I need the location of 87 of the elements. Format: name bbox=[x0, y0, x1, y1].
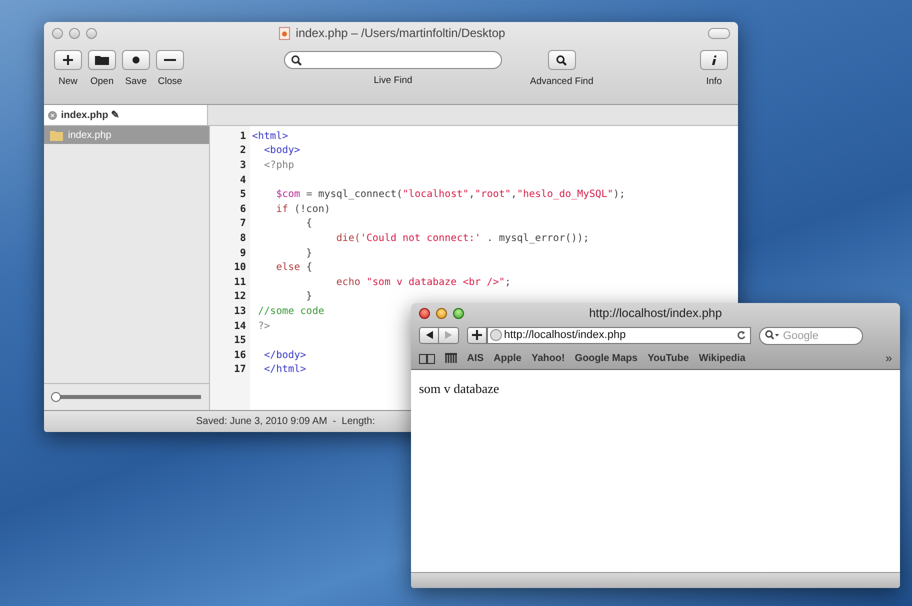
slider[interactable] bbox=[52, 392, 201, 402]
code-line: </html> bbox=[263, 364, 306, 376]
toolbar-button[interactable] bbox=[548, 50, 576, 70]
document-icon bbox=[278, 26, 290, 40]
close-icon[interactable] bbox=[48, 110, 57, 120]
document-tab[interactable]: index.php ✎ bbox=[44, 105, 208, 125]
plus-icon bbox=[62, 54, 74, 66]
code-line: { bbox=[305, 218, 312, 230]
reload-icon[interactable] bbox=[737, 330, 746, 340]
forward-button[interactable] bbox=[439, 326, 459, 344]
window-control-button[interactable] bbox=[436, 308, 447, 318]
code-line: <body> bbox=[263, 145, 300, 156]
page-text: som v databaze bbox=[419, 381, 500, 396]
status-text: Saved: June 3, 2010 9:09 AM - Length: bbox=[196, 416, 376, 427]
window-control-button[interactable] bbox=[453, 308, 464, 318]
bookmark-link[interactable]: Google Maps bbox=[574, 352, 638, 364]
toolbar-button[interactable] bbox=[156, 50, 184, 70]
line-number: 17 bbox=[232, 364, 247, 376]
code-line: echo "som v databaze <br />"; bbox=[335, 276, 511, 288]
toolbar-label: Close bbox=[158, 76, 182, 87]
address-field[interactable]: http://localhost/index.php bbox=[487, 326, 751, 344]
slider-thumb[interactable] bbox=[51, 392, 62, 402]
toolbar-label: New bbox=[58, 76, 78, 87]
toolbar-label: Info bbox=[706, 76, 722, 87]
window-title: http://localhost/index.php bbox=[588, 306, 723, 320]
book-icon[interactable] bbox=[419, 352, 435, 364]
bookmark-link[interactable]: AIS bbox=[467, 352, 484, 364]
window-title: index.php – /Users/martinfoltin/Desktop bbox=[296, 26, 506, 40]
dot-icon bbox=[132, 56, 140, 64]
toolbar-label: Open bbox=[90, 76, 114, 87]
bookmark-link[interactable]: YouTube bbox=[648, 352, 689, 364]
code-line: <html> bbox=[252, 130, 288, 142]
sidebar-item[interactable]: index.php bbox=[44, 126, 209, 144]
globe-icon bbox=[490, 329, 502, 341]
toolbar-label: Live Find bbox=[374, 75, 412, 86]
code-line: } bbox=[305, 291, 312, 302]
code-line: </body> bbox=[263, 350, 306, 361]
grid-icon[interactable] bbox=[445, 352, 457, 364]
toolbar-toggle-button[interactable] bbox=[708, 28, 730, 38]
code-line: die('Could not connect:' . mysql_error()); bbox=[335, 232, 590, 244]
line-number: 2 bbox=[238, 145, 247, 156]
minus-icon bbox=[164, 58, 176, 62]
toolbar-button[interactable] bbox=[700, 50, 728, 70]
bookmark-link[interactable]: Apple bbox=[494, 352, 522, 364]
line-number: 12 bbox=[232, 291, 247, 302]
more-bookmarks-button[interactable]: » bbox=[885, 351, 892, 365]
line-number: 9 bbox=[238, 248, 247, 259]
code-line: if (!con) bbox=[275, 204, 330, 215]
code-line: ?> bbox=[257, 320, 270, 332]
toolbar-button[interactable] bbox=[54, 50, 82, 70]
back-arrow-icon bbox=[426, 331, 432, 339]
line-number: 15 bbox=[232, 335, 247, 346]
line-number: 8 bbox=[238, 232, 247, 244]
folder-icon bbox=[50, 130, 63, 140]
line-number: 16 bbox=[232, 350, 247, 361]
add-bookmark-button[interactable] bbox=[467, 326, 487, 344]
line-number: 7 bbox=[238, 218, 247, 230]
line-number: 11 bbox=[232, 276, 247, 288]
code-line: } bbox=[305, 248, 312, 259]
line-number: 6 bbox=[238, 204, 247, 215]
bookmark-link[interactable]: Wikipedia bbox=[698, 352, 746, 364]
line-number: 10 bbox=[232, 262, 247, 274]
forward-arrow-icon bbox=[445, 331, 452, 339]
info-icon bbox=[711, 54, 717, 66]
line-number: 1 bbox=[238, 130, 247, 142]
search-field[interactable] bbox=[284, 51, 502, 69]
folder-icon bbox=[95, 55, 109, 65]
toolbar-button[interactable] bbox=[88, 50, 116, 70]
window-control-button[interactable] bbox=[419, 308, 430, 318]
line-number: 5 bbox=[238, 189, 247, 200]
code-line: //some code bbox=[257, 306, 324, 317]
toolbar-button[interactable] bbox=[122, 50, 150, 70]
line-number: 13 bbox=[232, 306, 247, 317]
toolbar-label: Save bbox=[125, 76, 147, 87]
code-line: else { bbox=[275, 262, 312, 274]
plus-icon bbox=[472, 330, 482, 340]
code-line: $com = mysql_connect("localhost","root","heslo_do_MySQL"); bbox=[275, 189, 626, 200]
line-number: 14 bbox=[232, 320, 247, 332]
toolbar-label: Advanced Find bbox=[530, 76, 594, 87]
line-number: 3 bbox=[238, 160, 247, 171]
code-line: <?php bbox=[263, 160, 294, 171]
line-number: 4 bbox=[238, 174, 247, 186]
back-button[interactable] bbox=[419, 326, 439, 344]
search-icon bbox=[556, 54, 568, 66]
search-field[interactable]: Google bbox=[759, 327, 863, 345]
search-icon bbox=[291, 54, 302, 66]
bookmark-link[interactable]: Yahoo! bbox=[531, 352, 565, 364]
